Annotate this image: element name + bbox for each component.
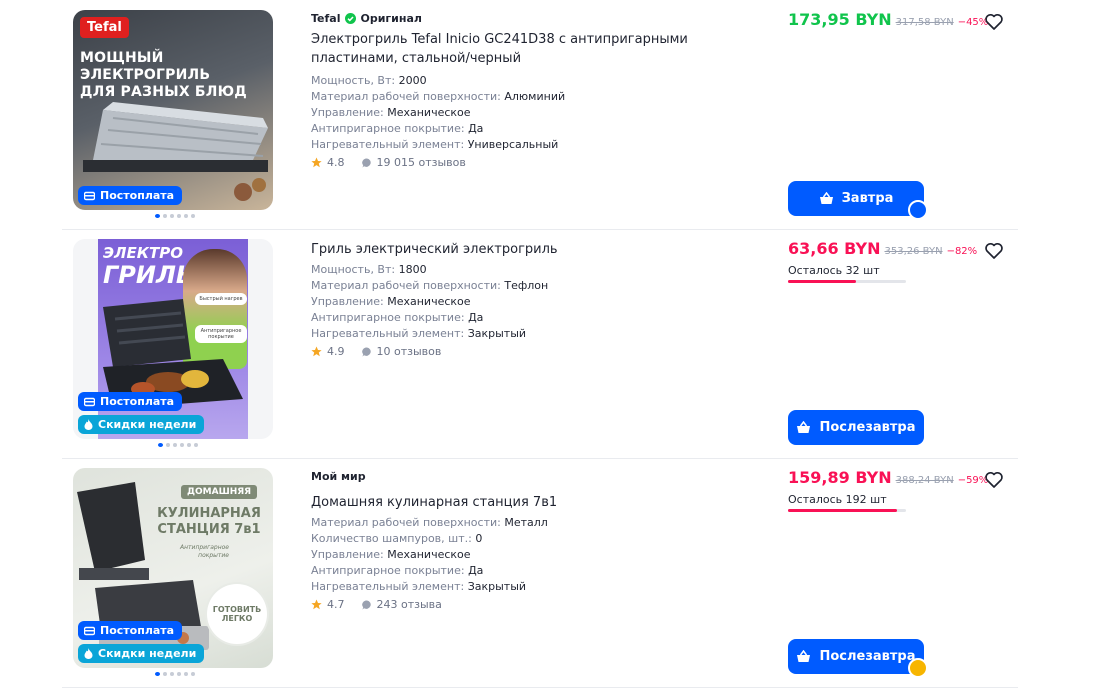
grill-illustration [83, 102, 268, 201]
product-attribute: Материал рабочей поверхности: Тефлон [311, 279, 549, 292]
product-image[interactable]: ЭЛЕКТРО ГРИЛЬ Быстрый нагрев Антипригарн… [73, 239, 273, 439]
add-to-cart-button[interactable]: Завтра [788, 181, 928, 220]
weekly-deals-badge: Скидки недели [78, 644, 205, 663]
rating-value: 4.9 [327, 345, 345, 358]
product-attribute: Мощность, Вт: 1800 [311, 263, 427, 276]
product-attribute: Управление: Механическое [311, 295, 471, 308]
fire-icon [84, 648, 93, 659]
product-title[interactable]: Домашняя кулинарная станция 7в1 [311, 493, 741, 512]
product-image[interactable]: Tefal МОЩНЫЙ ЭЛЕКТРОГРИЛЬ ДЛЯ РАЗНЫХ БЛЮ… [73, 10, 273, 210]
price-box: 63,66 BYN 353,26 BYN −82% Осталось 32 шт [788, 239, 988, 283]
comment-icon [361, 346, 371, 356]
rating-value: 4.8 [327, 156, 345, 169]
product-attribute: Нагревательный элемент: Закрытый [311, 327, 527, 340]
comment-icon [361, 157, 371, 167]
product-attribute: Антипригарное покрытие: Да [311, 564, 484, 577]
wallet-icon [84, 191, 95, 200]
product-attribute: Управление: Механическое [311, 106, 471, 119]
ozon-corner-badge [908, 200, 928, 220]
rating[interactable]: 4.7 243 отзыва [311, 598, 741, 611]
product-title[interactable]: Гриль электрический электрогриль [311, 240, 741, 259]
product-attribute: Антипригарное покрытие: Да [311, 122, 484, 135]
stock-progress [788, 509, 906, 512]
product-attribute: Нагревательный элемент: Закрытый [311, 580, 527, 593]
basket-icon [797, 421, 811, 433]
current-price: 63,66 BYN [788, 239, 881, 258]
basket-icon [797, 650, 811, 662]
stock-progress [788, 280, 906, 283]
product-card[interactable]: Tefal МОЩНЫЙ ЭЛЕКТРОГРИЛЬ ДЛЯ РАЗНЫХ БЛЮ… [62, 0, 1018, 229]
stock-left: Осталось 32 шт [788, 264, 880, 277]
star-icon [311, 346, 322, 357]
current-price: 159,89 BYN [788, 468, 892, 487]
premium-corner-badge [908, 658, 928, 678]
easy-cooking-sticker: ГОТОВИТЬ ЛЕГКО [207, 584, 267, 644]
favorite-heart-icon[interactable] [984, 241, 1004, 261]
product-attribute: Мощность, Вт: 2000 [311, 74, 427, 87]
wallet-icon [84, 626, 95, 635]
discount: −82% [946, 246, 978, 257]
wallet-icon [84, 397, 95, 406]
image-pagination[interactable] [155, 672, 195, 676]
product-info: Мой мир Домашняя кулинарная станция 7в1 … [311, 468, 741, 612]
rating[interactable]: 4.8 19 015 отзывов [311, 156, 741, 169]
favorite-heart-icon[interactable] [984, 12, 1004, 32]
reviews-count: 243 отзыва [376, 598, 442, 611]
image-pagination[interactable] [158, 443, 198, 447]
product-image[interactable]: ДОМАШНЯЯ КУЛИНАРНАЯ СТАНЦИЯ 7в1 Антиприг… [73, 468, 273, 668]
image-pagination[interactable] [155, 214, 195, 218]
product-attribute: Материал рабочей поверхности: Алюминий [311, 90, 566, 103]
product-attribute: Антипригарное покрытие: Да [311, 311, 484, 324]
star-icon [311, 157, 322, 168]
product-attribute: Нагревательный элемент: Универсальный [311, 138, 559, 151]
product-info: Tefal Оригинал Электрогриль Tefal Inicio… [311, 10, 741, 170]
product-title[interactable]: Электрогриль Tefal Inicio GC241D38 с ант… [311, 30, 721, 68]
postpay-badge: Постоплата [78, 392, 183, 411]
product-card[interactable]: ДОМАШНЯЯ КУЛИНАРНАЯ СТАНЦИЯ 7в1 Антиприг… [62, 458, 1018, 687]
old-price: 388,24 BYN [895, 475, 954, 486]
product-attribute: Материал рабочей поверхности: Металл [311, 516, 548, 529]
current-price: 173,95 BYN [788, 10, 892, 29]
stock-left: Осталось 192 шт [788, 493, 887, 506]
fire-icon [84, 419, 93, 430]
star-icon [311, 599, 322, 610]
product-attribute: Управление: Механическое [311, 548, 471, 561]
add-to-cart-button[interactable]: Послезавтра [788, 639, 928, 678]
weekly-deals-badge: Скидки недели [78, 415, 205, 434]
product-info: Гриль электрический электрогриль Мощност… [311, 240, 741, 358]
old-price: 317,58 BYN [895, 17, 954, 28]
add-to-cart-button[interactable]: Послезавтра [788, 410, 924, 445]
favorite-heart-icon[interactable] [984, 470, 1004, 490]
price-box: 173,95 BYN 317,58 BYN −45% [788, 10, 988, 29]
brand-name[interactable]: Tefal [311, 12, 340, 25]
basket-icon [819, 192, 833, 204]
comment-icon [361, 599, 371, 609]
original-badge: Оригинал [345, 12, 422, 25]
product-attribute: Количество шампуров, шт.: 0 [311, 532, 483, 545]
brand-name[interactable]: Мой мир [311, 470, 366, 483]
rating[interactable]: 4.9 10 отзывов [311, 345, 741, 358]
check-badge-icon [345, 12, 357, 24]
product-card[interactable]: ЭЛЕКТРО ГРИЛЬ Быстрый нагрев Антипригарн… [62, 229, 1018, 458]
rating-value: 4.7 [327, 598, 345, 611]
postpay-badge: Постоплата [78, 186, 183, 205]
reviews-count: 10 отзывов [376, 345, 442, 358]
old-price: 353,26 BYN [884, 246, 943, 257]
reviews-count: 19 015 отзывов [376, 156, 466, 169]
price-box: 159,89 BYN 388,24 BYN −59% Осталось 192 … [788, 468, 988, 512]
postpay-badge: Постоплата [78, 621, 183, 640]
